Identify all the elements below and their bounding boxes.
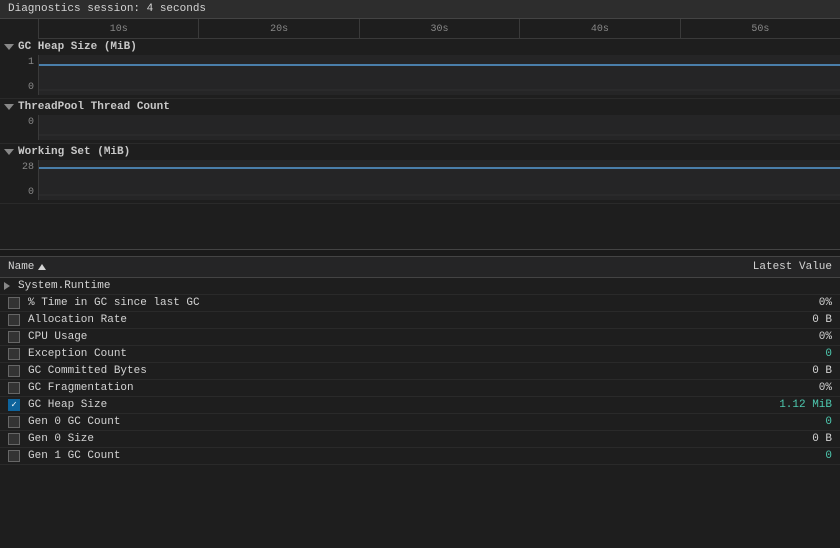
- row-label: Exception Count: [28, 348, 127, 360]
- collapse-gc-heap-icon[interactable]: [4, 44, 14, 50]
- row-value: 0: [732, 348, 832, 360]
- checkbox-gen0-gc-count[interactable]: [8, 416, 20, 428]
- row-label: Allocation Rate: [28, 314, 127, 326]
- checkbox-cpu-usage[interactable]: [8, 331, 20, 343]
- table-row[interactable]: Allocation Rate 0 B: [0, 312, 840, 329]
- checkbox-gc-heap-size[interactable]: [8, 399, 20, 411]
- row-label: Gen 0 Size: [28, 433, 94, 445]
- checkbox-gc-committed[interactable]: [8, 365, 20, 377]
- time-tick-50: 50s: [680, 19, 840, 38]
- col-name-label: Name: [8, 261, 34, 273]
- threadpool-chart-area: [38, 115, 840, 140]
- table-row[interactable]: Gen 0 GC Count 0: [0, 414, 840, 431]
- table-row[interactable]: GC Committed Bytes 0 B: [0, 363, 840, 380]
- row-value: 0: [732, 450, 832, 462]
- diagnostics-header: Diagnostics session: 4 seconds: [0, 0, 840, 19]
- section-divider: [0, 249, 840, 257]
- table-row[interactable]: Gen 1 GC Count 0: [0, 448, 840, 465]
- chart-threadpool: ThreadPool Thread Count 0: [0, 99, 840, 144]
- time-tick-40: 40s: [519, 19, 679, 38]
- row-label: Gen 0 GC Count: [28, 416, 120, 428]
- gc-heap-yaxis: 1 0: [0, 55, 38, 95]
- collapse-working-set-icon[interactable]: [4, 149, 14, 155]
- time-tick-10: 10s: [38, 19, 198, 38]
- row-label: CPU Usage: [28, 331, 87, 343]
- row-label: GC Fragmentation: [28, 382, 134, 394]
- table-row[interactable]: GC Fragmentation 0%: [0, 380, 840, 397]
- table-header: Name Latest Value: [0, 257, 840, 278]
- row-value: 0%: [732, 297, 832, 309]
- row-label: GC Committed Bytes: [28, 365, 147, 377]
- timeline-section: 10s 20s 30s 40s 50s GC Heap Size (MiB) 1…: [0, 19, 840, 249]
- gc-heap-chart-area: [38, 55, 840, 95]
- working-set-chart-area: [38, 160, 840, 200]
- checkbox-exception-count[interactable]: [8, 348, 20, 360]
- row-value: 0%: [732, 382, 832, 394]
- row-value: 0 B: [732, 433, 832, 445]
- table-row[interactable]: Gen 0 Size 0 B: [0, 431, 840, 448]
- working-set-label: Working Set (MiB): [18, 146, 130, 158]
- threadpool-yaxis: 0: [0, 115, 38, 140]
- table-row[interactable]: CPU Usage 0%: [0, 329, 840, 346]
- group-collapse-icon: [4, 282, 10, 290]
- sort-arrow-icon[interactable]: [38, 264, 46, 270]
- row-value: 0 B: [732, 365, 832, 377]
- working-set-yaxis: 28 0: [0, 160, 38, 200]
- table-row[interactable]: Exception Count 0: [0, 346, 840, 363]
- checkbox-gc-frag[interactable]: [8, 382, 20, 394]
- collapse-threadpool-icon[interactable]: [4, 104, 14, 110]
- col-value-label: Latest Value: [753, 261, 832, 273]
- row-value: 0 B: [732, 314, 832, 326]
- group-name: System.Runtime: [18, 280, 110, 292]
- row-value: 0%: [732, 331, 832, 343]
- table-row[interactable]: GC Heap Size 1.12 MiB: [0, 397, 840, 414]
- checkbox-alloc-rate[interactable]: [8, 314, 20, 326]
- row-label: % Time in GC since last GC: [28, 297, 200, 309]
- checkbox-gen1-gc-count[interactable]: [8, 450, 20, 462]
- checkbox-time-in-gc[interactable]: [8, 297, 20, 309]
- diagnostics-title: Diagnostics session: 4 seconds: [8, 3, 206, 15]
- time-tick-20: 20s: [198, 19, 358, 38]
- table-row[interactable]: % Time in GC since last GC 0%: [0, 295, 840, 312]
- threadpool-label: ThreadPool Thread Count: [18, 101, 170, 113]
- row-label: Gen 1 GC Count: [28, 450, 120, 462]
- metrics-table: Name Latest Value System.Runtime % Time …: [0, 257, 840, 465]
- checkbox-gen0-size[interactable]: [8, 433, 20, 445]
- row-value: 1.12 MiB: [732, 399, 832, 411]
- row-value: 0: [732, 416, 832, 428]
- gc-heap-label: GC Heap Size (MiB): [18, 41, 137, 53]
- group-header-system-runtime[interactable]: System.Runtime: [0, 278, 840, 295]
- row-label: GC Heap Size: [28, 399, 107, 411]
- chart-working-set: Working Set (MiB) 28 0: [0, 144, 840, 204]
- time-tick-30: 30s: [359, 19, 519, 38]
- chart-gc-heap-size: GC Heap Size (MiB) 1 0: [0, 39, 840, 99]
